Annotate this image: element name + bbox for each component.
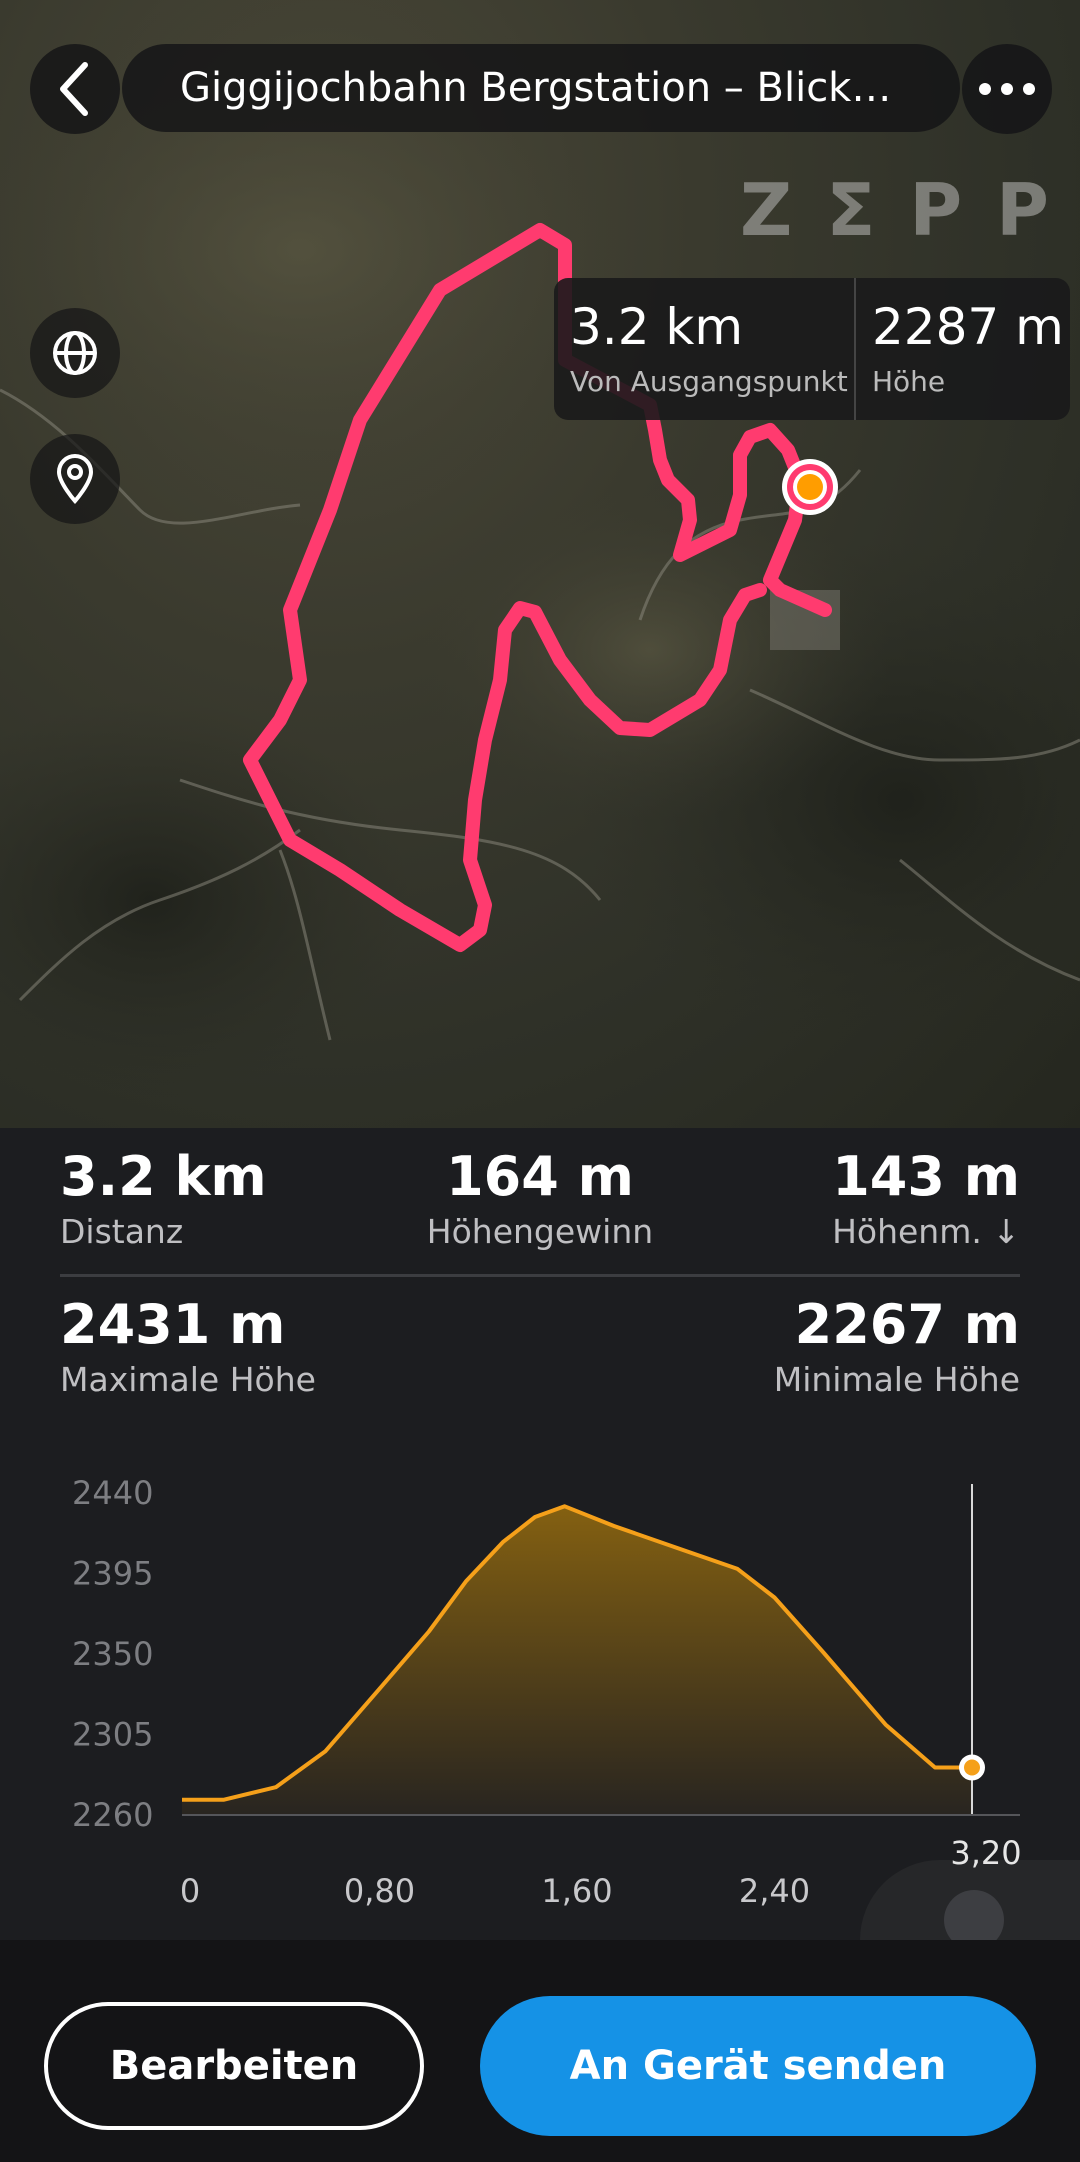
y-tick-label: 2395 <box>72 1555 153 1593</box>
stat-max-altitude-value: 2431 m <box>60 1293 286 1356</box>
map-layer-button[interactable] <box>30 308 120 398</box>
stat-max-altitude-label: Maximale Höhe <box>60 1360 316 1399</box>
tooltip-distance-value: 3.2 km <box>570 298 744 356</box>
stat-distance-label: Distanz <box>60 1212 184 1251</box>
tooltip-altitude-value: 2287 m <box>872 298 1064 356</box>
stats-divider <box>60 1274 1020 1277</box>
x-tick-label: 0 <box>180 1872 200 1910</box>
back-button[interactable] <box>30 44 120 134</box>
more-dots-icon <box>979 83 991 95</box>
x-tick-label: 2,40 <box>739 1872 810 1910</box>
x-tick-label: 0,80 <box>344 1872 415 1910</box>
send-to-device-button[interactable]: An Gerät senden <box>480 1996 1036 2136</box>
position-tooltip: 3.2 km Von Ausgangspunkt 2287 m Höhe <box>554 278 1070 420</box>
stat-min-altitude: 2267 m Minimale Höhe <box>660 1293 1020 1400</box>
zepp-logo: ZΣPP <box>740 168 1080 252</box>
y-tick-label: 2440 <box>72 1474 153 1512</box>
current-position-marker <box>782 459 838 515</box>
stat-min-altitude-label: Minimale Höhe <box>773 1360 1020 1399</box>
stat-min-altitude-value: 2267 m <box>794 1293 1020 1356</box>
stat-ascent-value: 164 m <box>446 1145 634 1208</box>
stat-descent-value: 143 m <box>832 1145 1020 1208</box>
tooltip-distance-label: Von Ausgangspunkt <box>570 365 848 398</box>
x-tick-label: 1,60 <box>541 1872 612 1910</box>
globe-icon <box>53 331 97 375</box>
route-map[interactable]: ZΣPP 3.2 km Von Ausgangspunkt 2287 m Höh… <box>0 0 1080 1128</box>
chevron-left-icon <box>60 62 88 116</box>
stat-distance: 3.2 km Distanz <box>60 1145 267 1252</box>
locate-button[interactable] <box>30 434 120 524</box>
route-title-text: Giggijochbahn Bergstation – Blick üb... <box>180 65 902 111</box>
y-tick-label: 2260 <box>72 1796 153 1834</box>
route-title[interactable]: Giggijochbahn Bergstation – Blick üb... <box>122 44 960 132</box>
y-tick-label: 2350 <box>72 1635 153 1673</box>
tooltip-altitude-label: Höhe <box>872 365 946 398</box>
stat-ascent: 164 m Höhengewinn <box>380 1145 700 1252</box>
stat-descent: 143 m Höhenm. ↓ <box>720 1145 1020 1252</box>
y-tick-label: 2305 <box>72 1716 153 1754</box>
stat-descent-label: Höhenm. ↓ <box>832 1212 1020 1251</box>
location-pin-icon <box>56 454 94 505</box>
edit-button[interactable]: Bearbeiten <box>44 2002 424 2130</box>
chart-cursor-point-inner <box>964 1759 980 1776</box>
stat-distance-value: 3.2 km <box>60 1145 267 1208</box>
more-options-button[interactable] <box>962 44 1052 134</box>
stat-max-altitude: 2431 m Maximale Höhe <box>60 1293 316 1400</box>
chart-cursor-label: 3,20 <box>950 1834 1021 1872</box>
stat-ascent-label: Höhengewinn <box>426 1212 654 1251</box>
elevation-chart[interactable]: 2440 2395 2350 2305 2260 0 0,80 1,60 2,40 3,20 <box>0 1460 1080 1940</box>
